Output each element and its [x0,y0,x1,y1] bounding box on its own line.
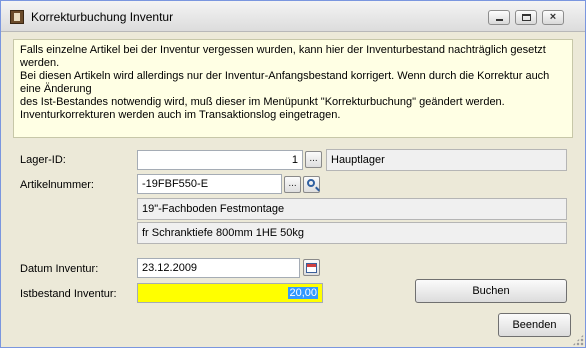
datum-inventur-input[interactable]: 23.12.2009 [137,258,300,278]
maximize-icon [522,14,531,21]
istbestand-inventur-label: Istbestand Inventur: [20,288,117,300]
minimize-button[interactable] [488,10,510,25]
window-title: Korrekturbuchung Inventur [31,10,174,24]
title-bar[interactable]: Korrekturbuchung Inventur × [1,1,585,32]
calendar-icon [306,263,317,273]
info-line-3: des Ist-Bestandes notwendig wird, muß di… [20,96,505,108]
lager-id-label: Lager-ID: [20,154,66,166]
info-line-2: Bei diesen Artikeln wird allerdings nur … [20,70,550,95]
lager-id-input[interactable]: 1 [137,150,303,170]
artikel-description-line-1: 19"-Fachboden Festmontage [137,198,567,220]
calendar-button[interactable] [303,259,320,276]
maximize-button[interactable] [515,10,537,25]
lager-name-field: Hauptlager [326,149,567,171]
artikel-search-button[interactable] [303,176,320,193]
close-icon: × [549,11,557,23]
info-line-1: Falls einzelne Artikel bei der Inventur … [20,44,546,69]
minimize-icon [496,19,503,21]
info-panel: Falls einzelne Artikel bei der Inventur … [13,39,573,138]
istbestand-value: 20,00 [288,287,318,299]
lager-browse-button[interactable]: ... [305,151,322,168]
search-icon [307,179,315,187]
istbestand-inventur-input[interactable]: 20,00 [137,283,323,303]
info-line-4: Inventurkorrekturen werden auch im Trans… [20,109,341,121]
dialog-window: Korrekturbuchung Inventur × Falls einzel… [0,0,586,348]
artikelnummer-label: Artikelnummer: [20,179,94,191]
artikelnummer-input[interactable]: -19FBF550-E [137,174,282,194]
datum-inventur-label: Datum Inventur: [20,263,99,275]
buchen-button[interactable]: Buchen [415,279,567,303]
artikel-browse-button[interactable]: ... [284,176,301,193]
artikel-description-line-2: fr Schranktiefe 800mm 1HE 50kg [137,222,567,244]
app-icon [10,10,24,24]
close-button[interactable]: × [542,10,564,25]
beenden-button[interactable]: Beenden [498,313,571,337]
resize-grip[interactable] [572,334,584,346]
